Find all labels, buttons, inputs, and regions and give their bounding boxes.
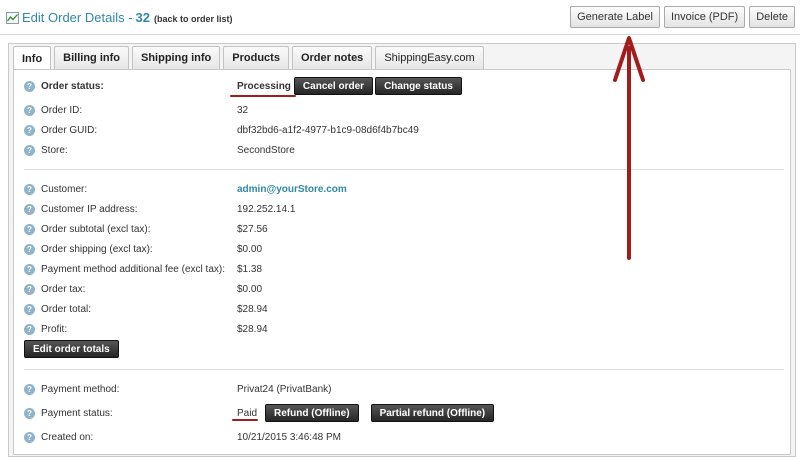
annotation-arrow [613, 36, 645, 260]
